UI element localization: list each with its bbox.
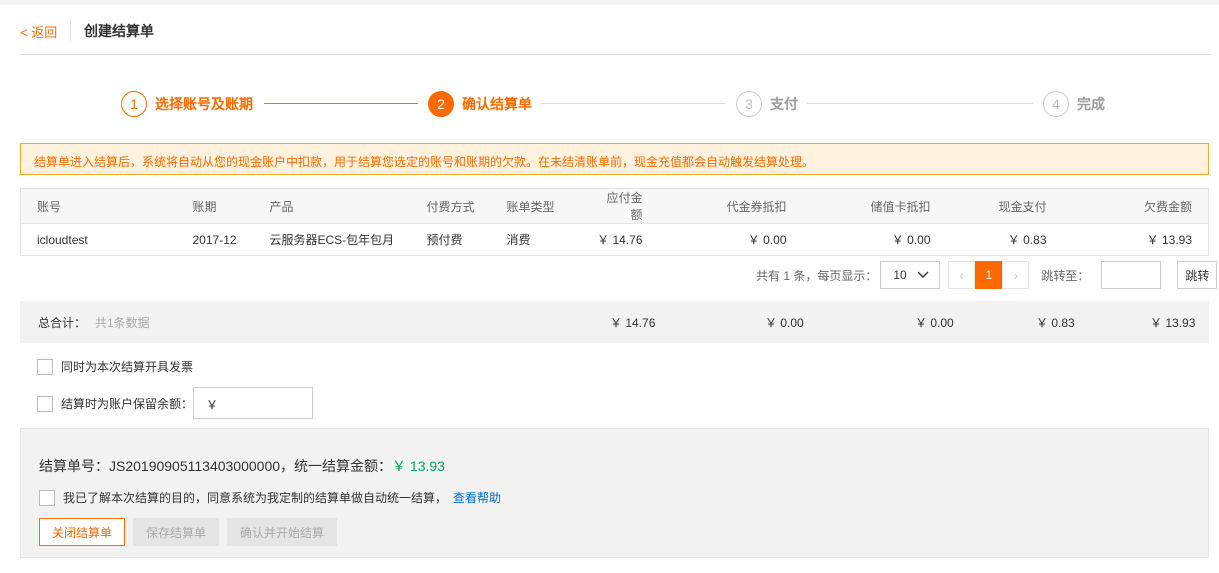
step-3: 3 支付: [736, 91, 798, 117]
cell-cash: ￥ 0.83: [1007, 233, 1047, 247]
pagination-summary: 共有 1 条，每页显示：: [756, 268, 878, 283]
page-size-select[interactable]: 10: [880, 261, 941, 289]
back-link[interactable]: < 返回: [20, 22, 57, 41]
step-4: 4 完成: [1043, 91, 1105, 117]
col-cash: 现金支付: [946, 188, 1063, 224]
close-settlement-button[interactable]: 关闭结算单: [39, 518, 125, 546]
settlement-notice: 结算单进入结算后，系统将自动从您的现金账户中扣款，用于结算您选定的账号和账期的欠…: [20, 143, 1209, 175]
step-2: 2 确认结算单: [428, 91, 532, 117]
step-connector-2: [541, 103, 726, 104]
step-1: 1 选择账号及账期: [121, 91, 253, 117]
step-2-label: 确认结算单: [462, 96, 532, 112]
help-link[interactable]: 查看帮助: [453, 489, 501, 506]
invoice-option: 同时为本次结算开具发票: [37, 358, 193, 375]
reserve-option: 结算时为账户保留余额：: [37, 395, 193, 412]
step-3-label: 支付: [770, 96, 798, 112]
step-3-number: 3: [736, 91, 762, 117]
page-size-value: 10: [893, 268, 907, 282]
cell-account: icloudtest: [37, 232, 88, 247]
step-4-number: 4: [1043, 91, 1069, 117]
agree-option: 我已了解本次结算的目的，同意系统为我定制的结算单做自动统一结算， 查看帮助: [39, 489, 501, 506]
confirm-settlement-button[interactable]: 确认并开始结算: [227, 518, 337, 546]
totals-row: 总合计： 共1条数据 ￥ 14.76 ￥ 0.00 ￥ 0.00 ￥ 0.83 …: [20, 301, 1209, 343]
table-header-row: 账号 账期 产品 付费方式 账单类型 应付金额 代金券抵扣 储值卡抵扣 现金支付…: [20, 188, 1209, 224]
col-period: 账期: [176, 188, 254, 224]
cell-product: 云服务器ECS-包年包月: [269, 233, 395, 247]
cell-pay-type: 预付费: [426, 233, 463, 247]
col-voucher: 代金券抵扣: [658, 188, 803, 224]
save-settlement-button[interactable]: 保存结算单: [133, 518, 219, 546]
chevron-down-icon: [917, 271, 929, 278]
reserve-amount-input[interactable]: ￥: [193, 387, 313, 419]
agree-text: 我已了解本次结算的目的，同意系统为我定制的结算单做自动统一结算，: [63, 491, 448, 505]
col-arrears: 欠费金额: [1062, 188, 1209, 224]
pagination: 共有 1 条，每页显示： 10 ‹ 1 › 跳转至： 跳转: [756, 261, 1218, 289]
next-page-button[interactable]: ›: [1002, 261, 1030, 289]
totals-count: 共1条数据: [95, 316, 150, 330]
agree-checkbox[interactable]: [39, 489, 55, 506]
reserve-checkbox[interactable]: [37, 395, 53, 412]
prev-page-button[interactable]: ‹: [948, 261, 976, 289]
jump-label: 跳转至：: [1041, 268, 1090, 283]
table-row: icloudtest 2017-12 云服务器ECS-包年包月 预付费 消费 ￥…: [21, 224, 1209, 256]
cell-payable: ￥ 14.76: [597, 233, 643, 247]
totals-arrears: ￥ 13.93: [1150, 316, 1196, 330]
totals-stored-card: ￥ 0.00: [915, 316, 954, 330]
step-4-label: 完成: [1077, 96, 1105, 112]
jump-button[interactable]: 跳转: [1177, 261, 1218, 289]
step-1-number: 1: [121, 91, 147, 117]
settlement-summary: 结算单号：JS20190905113403000000，统一结算金额：￥ 13.…: [39, 456, 445, 476]
header-bar: < 返回 创建结算单: [20, 5, 1210, 55]
col-product: 产品: [253, 188, 411, 224]
totals-voucher: ￥ 0.00: [765, 316, 804, 330]
cell-voucher: ￥ 0.00: [747, 233, 787, 247]
invoice-label: 同时为本次结算开具发票: [61, 360, 194, 374]
step-connector-1: [264, 103, 418, 104]
settlement-summary-text: 结算单号：JS20190905113403000000，统一结算金额：: [39, 458, 393, 474]
cell-stored-card: ￥ 0.00: [891, 233, 931, 247]
step-connector-3: [807, 103, 1033, 104]
cell-arrears: ￥ 13.93: [1146, 233, 1192, 247]
step-1-label: 选择账号及账期: [155, 96, 253, 112]
page-1-button[interactable]: 1: [975, 261, 1003, 289]
totals-cash: ￥ 0.83: [1036, 316, 1075, 330]
totals-label: 总合计：: [38, 316, 87, 330]
col-stored-card: 储值卡抵扣: [802, 188, 947, 224]
invoice-checkbox[interactable]: [37, 358, 53, 375]
totals-payable: ￥ 14.76: [610, 316, 656, 330]
jump-page-input[interactable]: [1101, 261, 1162, 289]
page-title: 创建结算单: [84, 23, 154, 39]
step-2-number: 2: [428, 91, 454, 117]
header-divider: [70, 19, 71, 41]
cell-bill-type: 消费: [506, 233, 531, 247]
reserve-label: 结算时为账户保留余额：: [61, 397, 194, 411]
bill-table: 账号 账期 产品 付费方式 账单类型 应付金额 代金券抵扣 储值卡抵扣 现金支付…: [20, 188, 1209, 256]
page: < 返回 创建结算单 1 选择账号及账期 2 确认结算单 3 支付 4 完成 结…: [0, 5, 1219, 573]
settlement-panel: 结算单号：JS20190905113403000000，统一结算金额：￥ 13.…: [20, 428, 1209, 558]
col-pay-type: 付费方式: [410, 188, 491, 224]
col-account: 账号: [20, 188, 177, 224]
cell-period: 2017-12: [192, 232, 237, 247]
settlement-amount: ￥ 13.93: [392, 458, 445, 474]
col-bill-type: 账单类型: [490, 188, 581, 224]
col-payable: 应付金额: [580, 188, 659, 224]
